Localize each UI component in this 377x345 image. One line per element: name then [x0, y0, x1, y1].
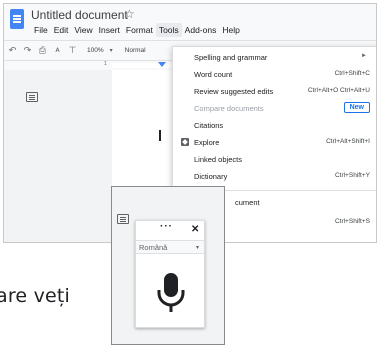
- menu-view[interactable]: View: [71, 23, 95, 37]
- menu-item-shortcut: Ctrl+Shift+S: [334, 218, 370, 225]
- menu-item-shortcut: Ctrl+Shift+Y: [334, 172, 370, 179]
- menu-item-label: Spelling and grammar: [194, 53, 268, 62]
- ruler-number: 1: [104, 61, 107, 67]
- document-outline-icon[interactable]: [26, 92, 38, 102]
- undo-icon[interactable]: ↶: [8, 45, 17, 56]
- explore-icon: [181, 138, 189, 146]
- menu-item-word-count[interactable]: Word count Ctrl+Shift+C: [173, 69, 376, 83]
- text-cursor: [159, 130, 161, 141]
- menu-format[interactable]: Format: [123, 23, 156, 37]
- indent-marker-icon[interactable]: [158, 62, 166, 67]
- menu-addons[interactable]: Add-ons: [182, 23, 220, 37]
- menu-item-label: Citations: [194, 121, 224, 130]
- menu-item-compare-documents[interactable]: Compare documents New: [173, 102, 376, 117]
- print-icon[interactable]: ⎙: [38, 45, 47, 56]
- more-options-icon[interactable]: ···: [160, 221, 173, 232]
- menu-edit[interactable]: Edit: [51, 23, 72, 37]
- new-badge: New: [343, 102, 370, 113]
- menu-item-explore[interactable]: Explore Ctrl+Alt+Shift+I: [173, 137, 376, 151]
- submenu-arrow-icon: ►: [361, 53, 367, 59]
- docs-logo-icon[interactable]: [10, 9, 24, 29]
- background-document-text: are veți: [0, 285, 71, 307]
- menu-item-citations[interactable]: Citations: [173, 120, 376, 134]
- close-icon[interactable]: ✕: [191, 224, 199, 235]
- menu-item-shortcut: Ctrl+Shift+C: [334, 70, 370, 77]
- microphone-icon[interactable]: [157, 273, 185, 313]
- menu-item-spelling-grammar[interactable]: Spelling and grammar ►: [173, 52, 376, 66]
- language-select[interactable]: Română ▾: [136, 240, 204, 254]
- menu-file[interactable]: File: [31, 23, 51, 37]
- voice-typing-widget[interactable]: ··· ✕ Română ▾: [135, 220, 205, 328]
- menu-help[interactable]: Help: [219, 23, 242, 37]
- menu-insert[interactable]: Insert: [96, 23, 123, 37]
- spellcheck-icon[interactable]: ᴬ: [53, 46, 62, 56]
- language-label: Română: [139, 243, 168, 252]
- document-outline-icon[interactable]: [117, 214, 129, 224]
- star-icon[interactable]: ☆: [124, 7, 135, 21]
- zoom-select[interactable]: 100%: [87, 47, 104, 54]
- menu-item-label: Word count: [194, 70, 233, 79]
- menu-item-shortcut: Ctrl+Alt+O Ctrl+Alt+U: [307, 87, 370, 94]
- menu-item-linked-objects[interactable]: Linked objects: [173, 154, 376, 168]
- redo-icon[interactable]: ↷: [23, 45, 32, 56]
- chevron-down-icon[interactable]: ▾: [110, 47, 113, 54]
- paint-format-icon[interactable]: ⊤: [68, 45, 77, 56]
- menu-item-review-suggested-edits[interactable]: Review suggested edits Ctrl+Alt+O Ctrl+A…: [173, 86, 376, 100]
- chevron-down-icon: ▾: [195, 245, 199, 251]
- menu-item-label: Linked objects: [194, 155, 242, 164]
- paragraph-style-select[interactable]: Normal: [125, 47, 146, 54]
- menu-item-label: Explore: [194, 138, 220, 147]
- menu-item-label: Compare documents: [194, 104, 264, 113]
- menu-item-shortcut: Ctrl+Alt+Shift+I: [326, 138, 370, 145]
- menu-bar: File Edit View Insert Format Tools Add-o…: [31, 23, 243, 37]
- menu-item-label: cument: [235, 198, 260, 207]
- menu-item-label: Review suggested edits: [194, 87, 274, 96]
- document-title[interactable]: Untitled document: [31, 8, 128, 22]
- menu-item-label: Dictionary: [194, 172, 228, 181]
- menu-tools[interactable]: Tools: [155, 23, 182, 37]
- menu-item-dictionary[interactable]: Dictionary Ctrl+Shift+Y: [173, 171, 376, 185]
